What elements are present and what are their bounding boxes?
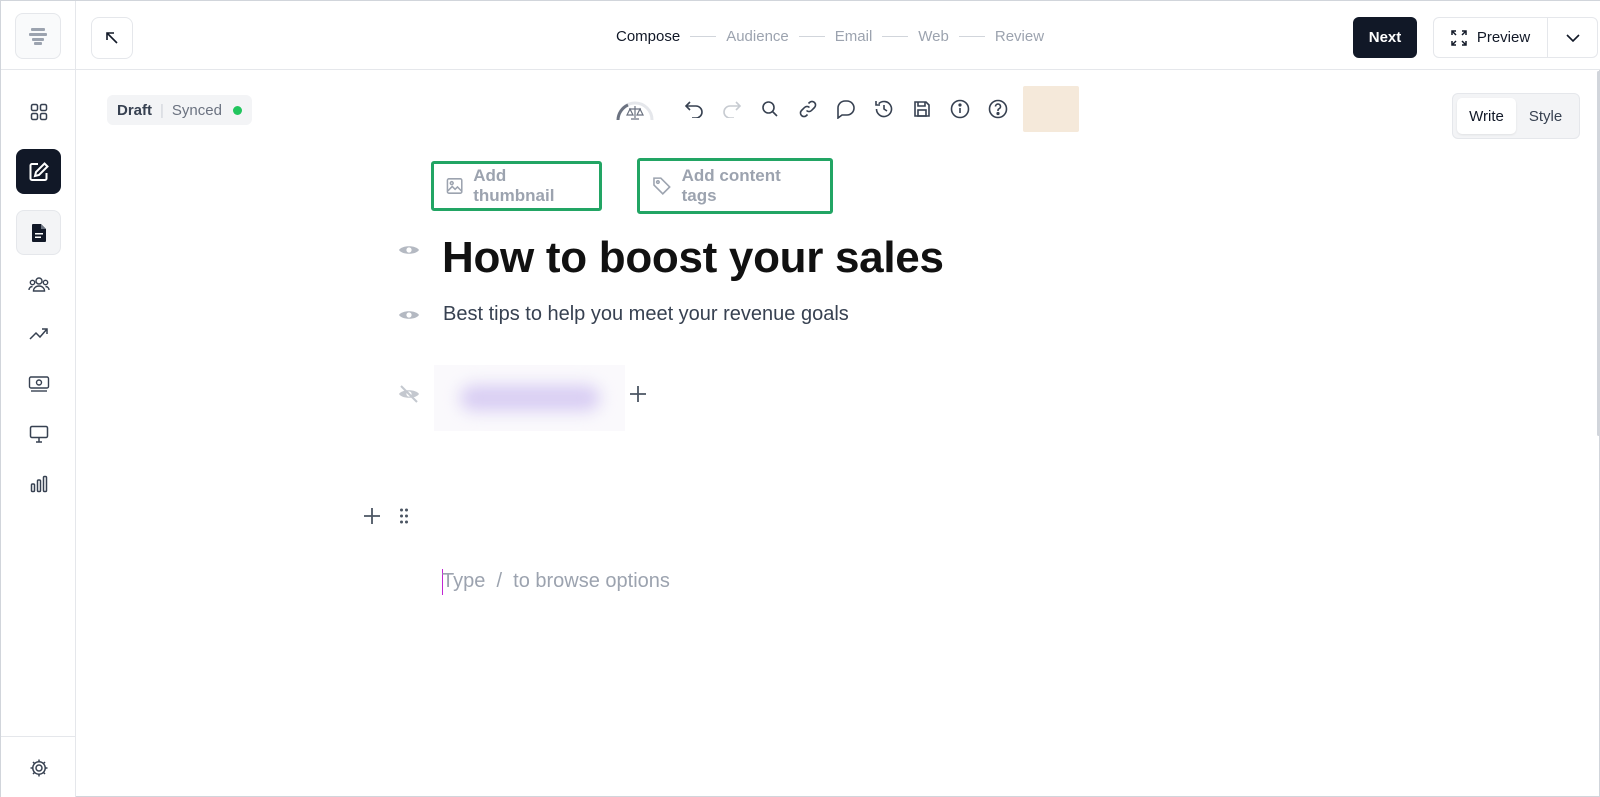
eye-icon: [399, 311, 419, 319]
exit-editor-button[interactable]: [91, 17, 133, 59]
step-email[interactable]: Email: [835, 28, 873, 45]
content-score-button[interactable]: [613, 91, 657, 127]
body-placeholder-text: Type / to browse options: [442, 570, 670, 592]
add-content-tags-button[interactable]: Add content tags: [637, 158, 833, 214]
audience-icon: [27, 276, 50, 292]
editor-toolbar: [613, 86, 1079, 132]
save-icon: [914, 101, 930, 117]
sidebar-bottom-divider: [1, 736, 76, 737]
link-icon: [799, 100, 817, 118]
author-chip-blurred: [460, 385, 600, 411]
dashboard-icon: [30, 103, 47, 120]
add-author-button[interactable]: [629, 385, 647, 408]
eye-off-icon: [399, 385, 419, 403]
posts-icon: [31, 223, 46, 242]
drag-handle-icon: [400, 508, 408, 524]
image-icon: [446, 178, 463, 194]
help-button[interactable]: [979, 91, 1017, 127]
arrow-up-left-icon: [106, 32, 118, 44]
step-web[interactable]: Web: [918, 28, 949, 45]
write-mode-button[interactable]: Write: [1457, 98, 1516, 134]
plus-icon: [364, 508, 380, 524]
tag-icon: [653, 177, 671, 195]
drag-handle[interactable]: [399, 507, 409, 530]
redo-button[interactable]: [713, 91, 751, 127]
sidebar-item-audience[interactable]: [16, 261, 61, 306]
sidebar-item-dashboard[interactable]: [16, 89, 61, 134]
title-visibility-toggle[interactable]: [397, 238, 421, 262]
add-content-tags-label: Add content tags: [681, 166, 781, 205]
sidebar-item-growth[interactable]: [16, 311, 61, 356]
author-byline[interactable]: [434, 365, 625, 431]
sidebar-item-analytics[interactable]: [16, 461, 61, 506]
subtitle-visibility-toggle[interactable]: [397, 303, 421, 327]
add-thumbnail-label: Add thumbnail: [473, 166, 555, 205]
step-review[interactable]: Review: [995, 28, 1044, 45]
post-title[interactable]: How to boost your sales: [442, 233, 944, 283]
compose-icon: [29, 161, 49, 181]
save-button[interactable]: [903, 91, 941, 127]
step-connector: [798, 36, 825, 37]
logo-icon: [29, 28, 47, 45]
draft-label: Draft: [117, 101, 153, 119]
preview-label: Preview: [1476, 29, 1531, 46]
undo-icon: [684, 101, 703, 118]
post-status: Draft | Synced: [107, 95, 252, 125]
eye-icon: [399, 246, 419, 254]
info-icon: [950, 99, 970, 119]
post-subtitle[interactable]: Best tips to help you meet your revenue …: [443, 303, 849, 326]
link-button[interactable]: [789, 91, 827, 127]
help-icon: [988, 99, 1008, 119]
comment-icon: [837, 100, 855, 119]
synced-label: Synced: [171, 101, 222, 119]
avatar[interactable]: [1023, 86, 1079, 132]
editor-mode-toggle: Write Style: [1452, 93, 1580, 139]
publish-steps: Compose Audience Email Web Review: [616, 28, 1044, 45]
sidebar: [1, 1, 76, 797]
website-icon: [29, 425, 48, 443]
redo-icon: [723, 101, 742, 118]
publication-logo[interactable]: [15, 13, 61, 59]
gauge-icon: [616, 101, 654, 121]
history-button[interactable]: [865, 91, 903, 127]
next-button[interactable]: Next: [1353, 17, 1417, 58]
sidebar-item-compose[interactable]: [16, 149, 61, 194]
status-separator: |: [160, 101, 164, 119]
step-connector: [958, 36, 985, 37]
byline-visibility-toggle[interactable]: [397, 382, 421, 406]
plus-icon: [630, 386, 646, 402]
sidebar-item-website[interactable]: [16, 411, 61, 456]
search-button[interactable]: [751, 91, 789, 127]
app-window: Compose Audience Email Web Review Next P…: [0, 0, 1600, 797]
monetize-icon: [28, 375, 49, 392]
step-audience[interactable]: Audience: [726, 28, 789, 45]
step-connector: [690, 36, 717, 37]
step-compose[interactable]: Compose: [616, 28, 680, 45]
sidebar-item-settings[interactable]: [16, 745, 61, 790]
step-connector: [882, 36, 909, 37]
style-mode-button[interactable]: Style: [1516, 98, 1575, 134]
body-placeholder[interactable]: Type / to browse options: [442, 570, 670, 593]
expand-icon: [1451, 29, 1467, 46]
add-block-button[interactable]: [363, 507, 381, 530]
settings-icon: [30, 759, 47, 776]
preview-button[interactable]: Preview: [1434, 18, 1547, 57]
preview-button-group: Preview: [1433, 17, 1598, 58]
sidebar-item-posts[interactable]: [16, 210, 61, 255]
sidebar-divider: [1, 69, 76, 70]
comment-button[interactable]: [827, 91, 865, 127]
info-button[interactable]: [941, 91, 979, 127]
undo-button[interactable]: [675, 91, 713, 127]
preview-options-button[interactable]: [1548, 18, 1597, 57]
top-bar: Compose Audience Email Web Review Next P…: [76, 1, 1600, 70]
analytics-icon: [30, 475, 47, 492]
synced-dot: [232, 105, 242, 115]
sidebar-item-monetize[interactable]: [16, 361, 61, 406]
chevron-down-icon: [1565, 33, 1580, 42]
search-icon: [762, 101, 778, 117]
growth-icon: [28, 327, 48, 340]
history-icon: [875, 100, 893, 118]
add-thumbnail-button[interactable]: Add thumbnail: [431, 161, 602, 211]
